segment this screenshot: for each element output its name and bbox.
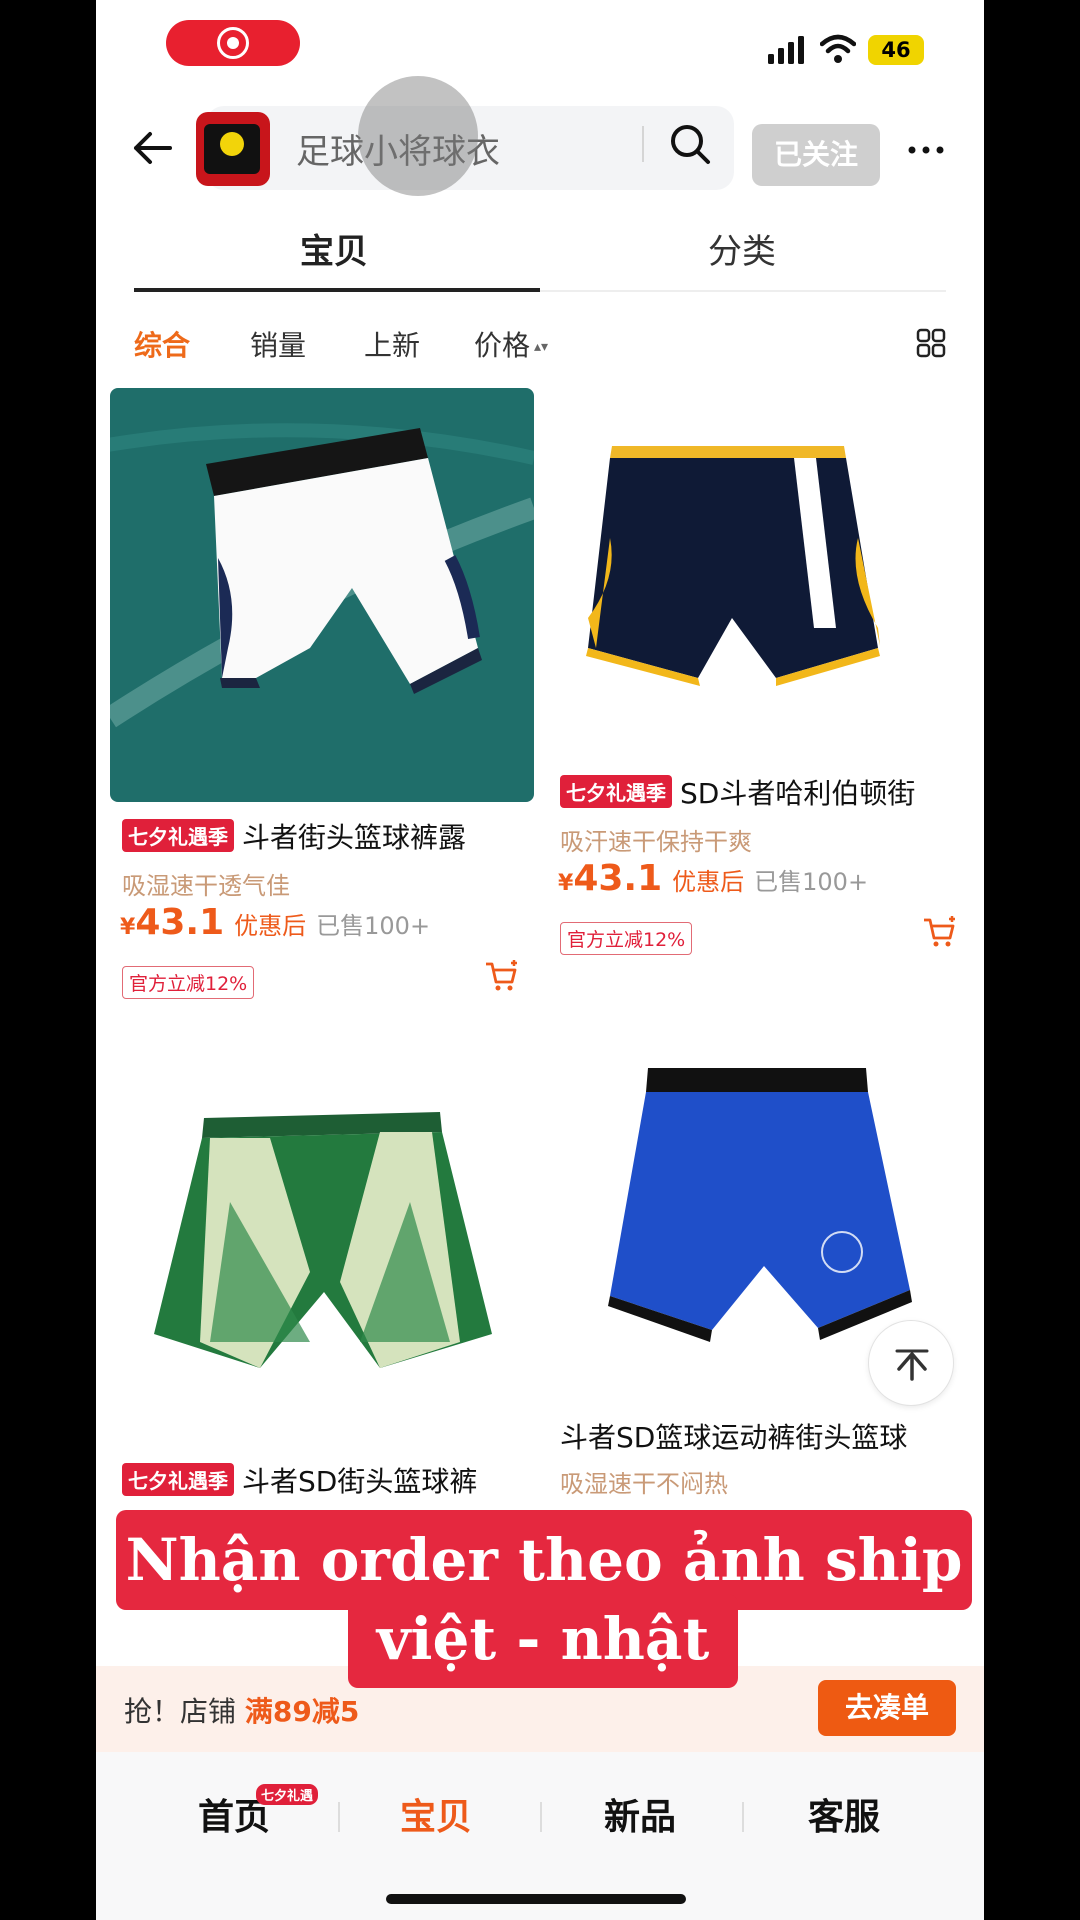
follow-button[interactable]: 已关注 [752, 124, 880, 186]
product-subtitle: 吸湿速干不闷热 [560, 1470, 728, 1498]
arrow-up-icon [895, 1349, 929, 1381]
price-currency: ¥ [120, 915, 136, 940]
filter-price-label: 价格 [474, 329, 531, 362]
coupon-tag: 官方立减12% [560, 922, 693, 955]
product-title[interactable]: 七夕礼遇季 斗者SD街头篮球裤 [122, 1460, 477, 1500]
promo-button[interactable]: 去凑单 [818, 1680, 956, 1736]
record-icon [217, 27, 249, 59]
shorts-navy-image [548, 388, 972, 762]
promo-badge: 七夕礼遇季 [560, 775, 672, 808]
sold-count: 已售100+ [316, 912, 431, 940]
app-screen: 46 足球小将球衣 已关注 宝贝 分类 综合 销量 上新 价格 ▴▾ 七夕礼遇季… [96, 0, 984, 1920]
sort-arrows-icon: ▴▾ [534, 339, 549, 355]
promo-badge: 七夕礼遇季 [122, 1463, 234, 1496]
product-title-text: 斗者SD街头篮球裤 [242, 1465, 478, 1498]
promo-text: 抢！店铺 满89减5 [124, 1690, 359, 1730]
product-subtitle: 吸湿速干透气佳 [122, 872, 290, 900]
nav-divider [338, 1802, 340, 1832]
nav-customer-service[interactable]: 客服 [808, 1788, 880, 1840]
product-title[interactable]: 七夕礼遇季 斗者街头篮球裤露 [122, 816, 466, 856]
price-value: 43.1 [573, 858, 663, 899]
nav-divider [540, 1802, 542, 1832]
tab-categories[interactable]: 分类 [708, 224, 776, 273]
filter-sales[interactable]: 销量 [250, 324, 306, 364]
back-to-top-button[interactable] [868, 1320, 954, 1406]
battery-indicator: 46 [868, 35, 924, 65]
home-indicator[interactable] [386, 1894, 686, 1904]
product-card[interactable]: 斗者SD篮球运动裤街头篮球 吸湿速干不闷热 [548, 1042, 972, 1512]
product-price: ¥43.1 优惠后 已售100+ [558, 858, 868, 899]
filter-new[interactable]: 上新 [364, 324, 420, 364]
search-divider [642, 126, 644, 162]
product-image[interactable] [548, 388, 972, 762]
shorts-green-image [110, 1042, 534, 1442]
product-card[interactable]: 七夕礼遇季 斗者SD街头篮球裤 [110, 1042, 534, 1512]
product-price: ¥43.1 优惠后 已售100+ [120, 902, 430, 943]
shop-header: 足球小将球衣 已关注 [96, 76, 984, 200]
product-card[interactable]: 七夕礼遇季 SD斗者哈利伯顿街 吸汗速干保持干爽 ¥43.1 优惠后 已售100+ 官… [548, 388, 972, 968]
product-title-text: SD斗者哈利伯顿街 [680, 777, 916, 810]
tab-products[interactable]: 宝贝 [300, 224, 368, 273]
tab-underline [134, 288, 540, 292]
search-icon[interactable] [668, 122, 712, 166]
nav-new[interactable]: 新品 [604, 1788, 676, 1840]
price-note: 优惠后 [672, 868, 745, 896]
add-to-cart-icon[interactable] [922, 914, 958, 950]
coupon-tag: 官方立减12% [122, 966, 255, 999]
sold-count: 已售100+ [754, 868, 869, 896]
filter-overall[interactable]: 综合 [134, 324, 190, 364]
more-icon[interactable] [906, 144, 946, 156]
price-value: 43.1 [135, 902, 225, 943]
price-currency: ¥ [558, 871, 574, 896]
product-title[interactable]: 七夕礼遇季 SD斗者哈利伯顿街 [560, 772, 915, 812]
filter-price[interactable]: 价格 ▴▾ [474, 324, 548, 364]
cellular-signal-icon [768, 36, 804, 64]
add-to-cart-icon[interactable] [484, 958, 520, 994]
product-card[interactable]: 七夕礼遇季 斗者街头篮球裤露 吸湿速干透气佳 ¥43.1 优惠后 已售100+ 官方立… [110, 388, 534, 1008]
promo-highlight: 满89减5 [244, 1695, 360, 1728]
battery-level: 46 [881, 38, 911, 62]
promo-badge: 七夕礼遇季 [122, 819, 234, 852]
product-subtitle: 吸汗速干保持干爽 [560, 828, 752, 856]
shop-logo-mark [204, 124, 260, 174]
nav-products[interactable]: 宝贝 [400, 1788, 472, 1840]
wifi-icon [820, 34, 856, 63]
price-note: 优惠后 [234, 912, 307, 940]
shop-logo-emblem [220, 132, 244, 156]
product-image[interactable] [110, 388, 534, 802]
caption-line-2: việt - nhật [348, 1594, 738, 1688]
nav-divider [742, 1802, 744, 1832]
shop-tabs: 宝贝 分类 [134, 210, 946, 292]
status-bar: 46 [96, 0, 984, 96]
grid-view-icon[interactable] [916, 328, 946, 358]
product-title[interactable]: 斗者SD篮球运动裤街头篮球 [560, 1416, 907, 1456]
sort-filters: 综合 销量 上新 价格 ▴▾ [96, 316, 984, 376]
screen-recording-indicator[interactable] [166, 20, 300, 66]
promo-prefix: 抢！店铺 [124, 1695, 237, 1728]
product-image[interactable] [110, 1042, 534, 1442]
touch-indicator [358, 76, 478, 196]
shop-logo[interactable] [196, 112, 270, 186]
product-title-text: 斗者街头篮球裤露 [242, 821, 467, 854]
back-arrow-icon[interactable] [130, 126, 174, 170]
shorts-white-image [110, 388, 534, 802]
home-promo-badge: 七夕礼遇 [256, 1784, 319, 1805]
